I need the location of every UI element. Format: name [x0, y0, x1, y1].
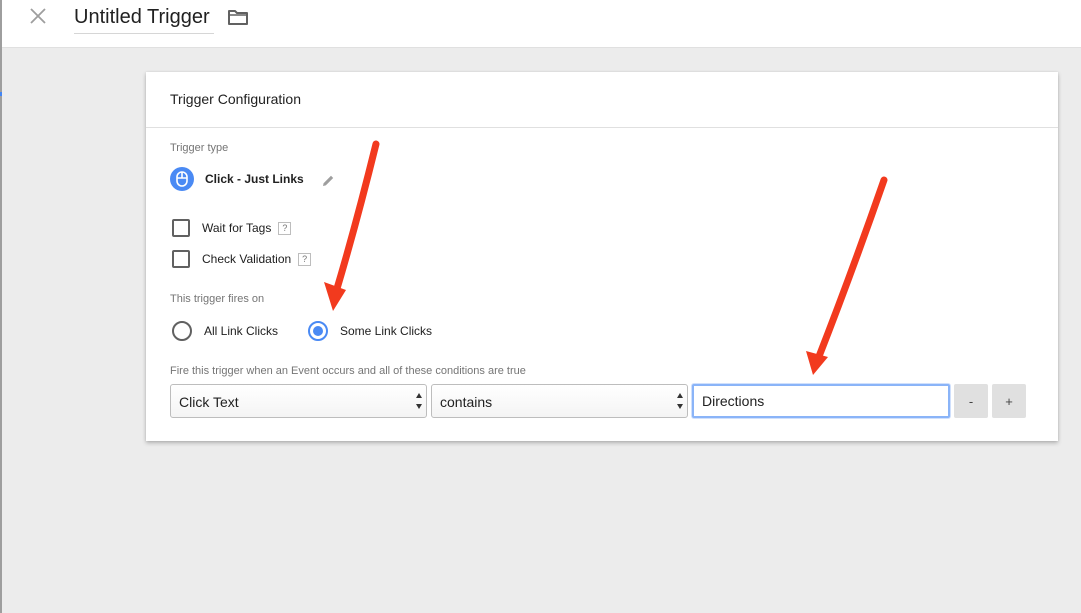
condition-operator-select[interactable]: contains — [431, 384, 688, 418]
check-validation-checkbox[interactable] — [172, 250, 190, 268]
some-link-clicks-label: Some Link Clicks — [340, 324, 433, 338]
folder-icon — [228, 10, 248, 25]
trigger-type-badge — [170, 167, 194, 191]
condition-label: Fire this trigger when an Event occurs a… — [170, 365, 526, 377]
trigger-name-field[interactable]: Untitled Trigger — [74, 4, 214, 34]
some-link-clicks-option[interactable]: Some Link Clicks — [308, 321, 432, 341]
condition-value-input[interactable] — [692, 384, 950, 418]
wait-for-tags-row: Wait for Tags ? — [172, 218, 292, 238]
all-link-clicks-option[interactable]: All Link Clicks — [172, 321, 278, 341]
check-validation-help-button[interactable]: ? — [298, 252, 312, 266]
check-validation-row: Check Validation ? — [172, 249, 312, 269]
pencil-icon — [322, 175, 333, 186]
card-title: Trigger Configuration — [170, 91, 301, 107]
trigger-name-text: Untitled Trigger — [74, 6, 210, 28]
fires-on-label: This trigger fires on — [170, 293, 265, 305]
all-link-clicks-label: All Link Clicks — [204, 324, 279, 338]
trigger-configuration-card: Trigger Configuration Trigger type Click… — [146, 72, 1058, 441]
card-header: Trigger Configuration — [146, 72, 1058, 128]
trigger-type-value: Click - Just Links — [205, 172, 304, 186]
edit-trigger-type-button[interactable] — [320, 172, 336, 188]
condition-variable-select[interactable]: Click Text — [170, 384, 427, 418]
condition-variable-value: Click Text — [179, 394, 239, 410]
mouse-icon — [176, 171, 188, 187]
check-validation-label: Check Validation — [202, 252, 292, 266]
add-condition-button[interactable]: + — [992, 384, 1026, 418]
top-bar: Untitled Trigger — [2, 0, 1081, 48]
left-edge-accent — [0, 92, 2, 96]
some-link-clicks-radio[interactable] — [308, 321, 328, 341]
wait-for-tags-label: Wait for Tags — [202, 221, 272, 235]
all-link-clicks-radio[interactable] — [172, 321, 192, 341]
updown-arrows-icon — [414, 393, 423, 409]
remove-condition-button[interactable]: - — [954, 384, 988, 418]
updown-arrows-icon — [675, 393, 684, 409]
radio-selected-dot — [313, 326, 323, 336]
wait-for-tags-checkbox[interactable] — [172, 219, 190, 237]
trigger-type-label: Trigger type — [170, 142, 229, 154]
folder-button[interactable] — [226, 6, 250, 28]
wait-for-tags-help-button[interactable]: ? — [278, 221, 292, 235]
close-button[interactable] — [26, 4, 50, 28]
close-icon — [30, 8, 46, 24]
condition-operator-value: contains — [440, 394, 493, 410]
